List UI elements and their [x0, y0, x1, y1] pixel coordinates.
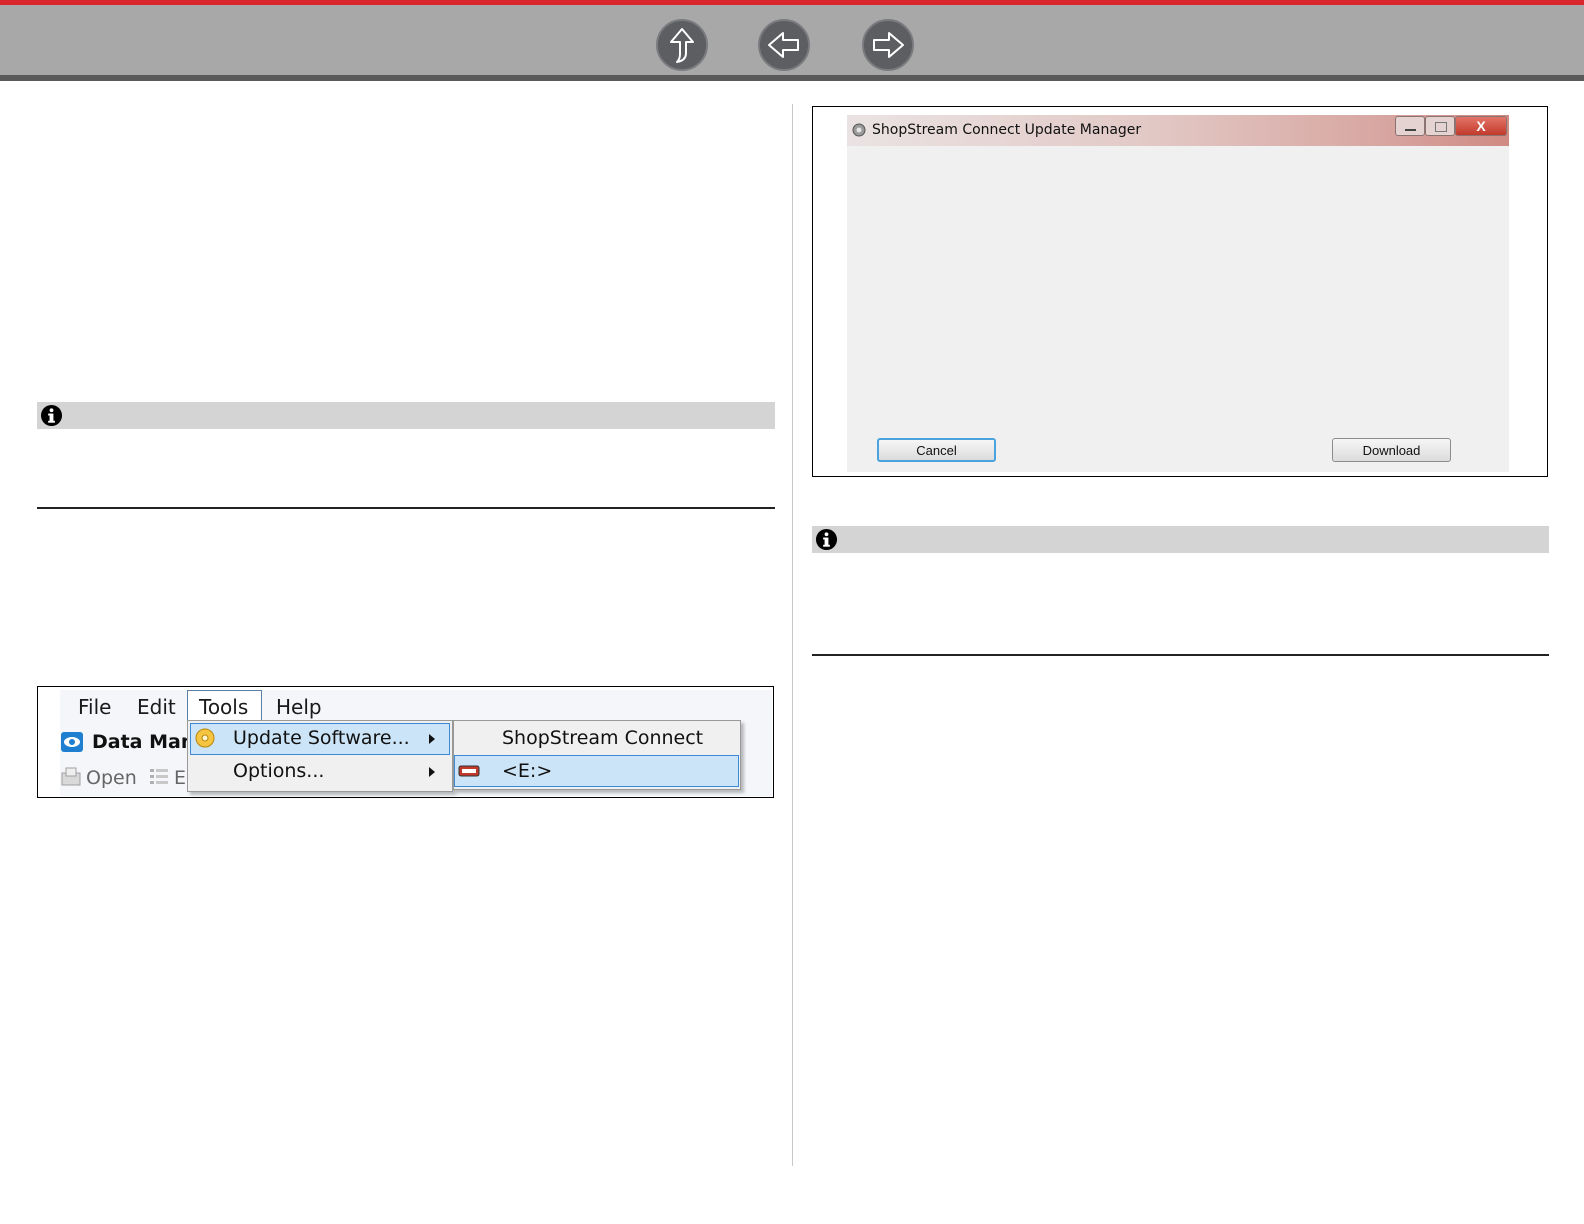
cancel-button[interactable]: Cancel	[877, 438, 996, 462]
update-software-submenu: ShopStream Connect <E:>	[453, 720, 741, 790]
menu-help[interactable]: Help	[276, 695, 322, 719]
toolbar-e-button[interactable]: E	[174, 767, 186, 789]
back-button[interactable]	[758, 19, 810, 71]
note-end-rule	[37, 507, 775, 509]
maximize-button[interactable]	[1425, 116, 1455, 136]
info-icon	[40, 404, 63, 427]
toolbar-open-button[interactable]: Open	[86, 767, 137, 789]
info-icon	[815, 528, 838, 551]
window-title: ShopStream Connect Update Manager	[872, 122, 1142, 138]
submenu-arrow-icon	[429, 767, 435, 777]
right-arrow-icon	[873, 32, 904, 58]
navigation-bar-shadow	[0, 75, 1584, 81]
close-icon: X	[1476, 118, 1486, 134]
removable-drive-icon	[458, 765, 480, 777]
menu-tools[interactable]: Tools	[199, 695, 248, 719]
column-divider	[792, 104, 793, 1166]
menu-file[interactable]: File	[78, 695, 111, 719]
list-icon	[150, 769, 168, 784]
submenu-item-highlight	[454, 755, 739, 787]
tools-dropdown: Update Software... Options...	[187, 720, 453, 792]
submenu-item-drive-e[interactable]: <E:>	[502, 760, 552, 782]
menu-item-options[interactable]: Options...	[233, 760, 324, 782]
up-button[interactable]	[656, 19, 708, 71]
minimize-icon	[1405, 129, 1416, 131]
gear-icon	[852, 123, 866, 137]
forward-button[interactable]	[862, 19, 914, 71]
maximize-icon	[1435, 122, 1447, 132]
submenu-arrow-icon	[429, 734, 435, 744]
update-manager-window: ShopStream Connect Update Manager X Canc…	[847, 115, 1509, 472]
window-titlebar: ShopStream Connect Update Manager X	[847, 115, 1509, 146]
navigation-bar	[0, 5, 1584, 75]
minimize-button[interactable]	[1395, 116, 1425, 136]
download-button[interactable]: Download	[1332, 438, 1451, 462]
tools-menu-screenshot: File Edit Tools Help Data Mana Open E Up…	[37, 686, 774, 798]
update-manager-screenshot: ShopStream Connect Update Manager X Canc…	[812, 106, 1548, 477]
data-manager-icon	[61, 732, 83, 752]
note-end-rule	[812, 654, 1549, 656]
left-arrow-icon	[768, 32, 799, 58]
note-bar	[37, 402, 775, 429]
update-disc-icon	[195, 728, 215, 748]
open-folder-icon	[61, 767, 81, 786]
close-button[interactable]: X	[1455, 116, 1507, 136]
note-bar	[812, 526, 1549, 553]
menu-item-update-software[interactable]: Update Software...	[233, 727, 410, 749]
up-arrow-icon	[670, 28, 694, 63]
submenu-item-shopstream-connect[interactable]: ShopStream Connect	[502, 727, 703, 749]
menu-edit[interactable]: Edit	[137, 695, 176, 719]
